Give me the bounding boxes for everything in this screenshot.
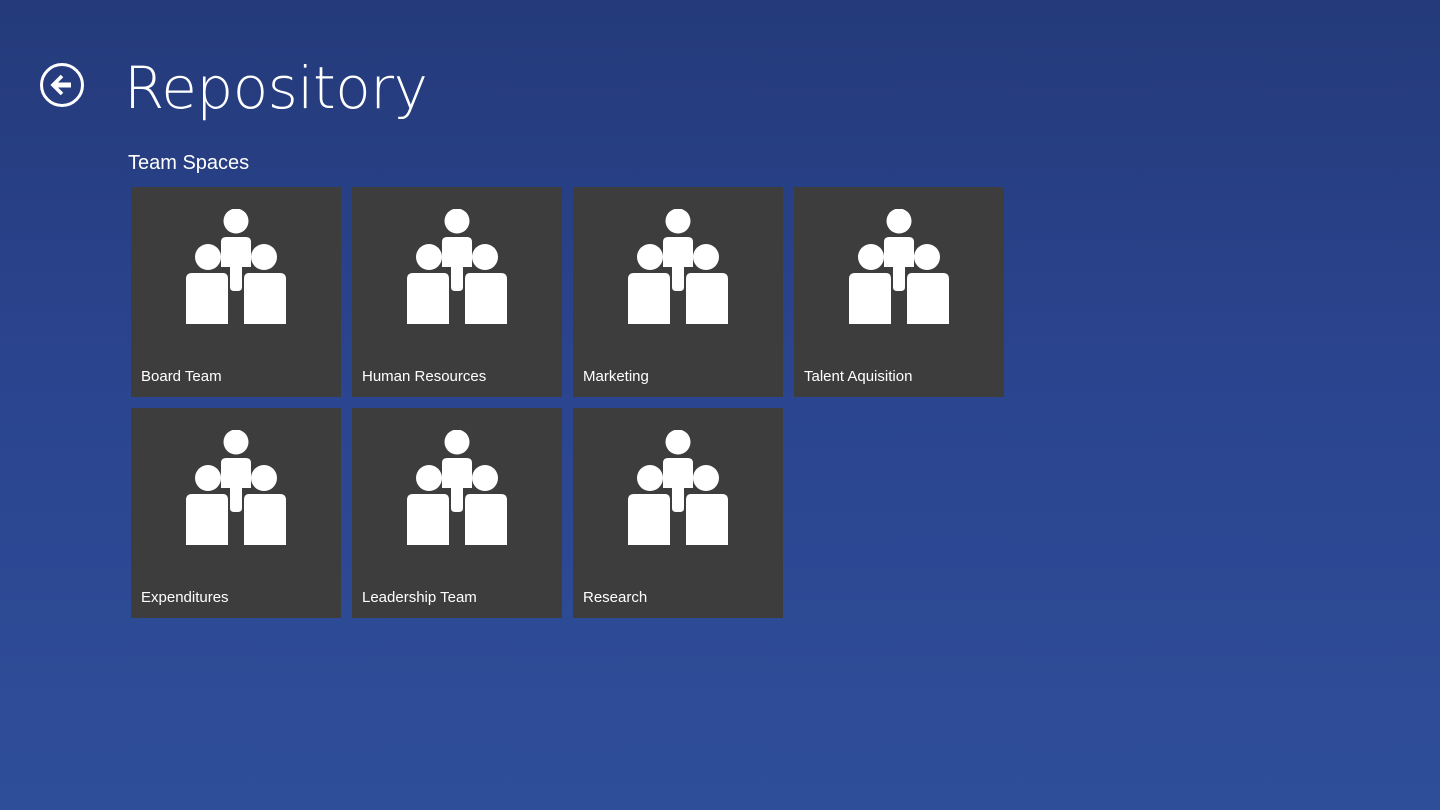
tile-marketing[interactable]: Marketing	[573, 187, 783, 397]
page-title: Repository	[124, 54, 428, 122]
team-icon	[407, 209, 507, 324]
team-spaces-grid: Board Team Human Resources Marketing Tal…	[131, 187, 1011, 618]
team-icon	[628, 430, 728, 545]
tile-label: Human Resources	[362, 368, 487, 385]
back-arrow-icon	[50, 74, 71, 96]
tile-label: Expenditures	[141, 589, 229, 606]
back-button[interactable]	[40, 63, 84, 107]
tile-label: Leadership Team	[362, 589, 477, 606]
team-icon	[628, 209, 728, 324]
tile-talent-aquisition[interactable]: Talent Aquisition	[794, 187, 1004, 397]
team-icon	[186, 209, 286, 324]
tile-board-team[interactable]: Board Team	[131, 187, 341, 397]
tile-label: Research	[583, 589, 648, 606]
team-icon	[849, 209, 949, 324]
tile-leadership-team[interactable]: Leadership Team	[352, 408, 562, 618]
tile-research[interactable]: Research	[573, 408, 783, 618]
tile-label: Marketing	[583, 368, 649, 385]
tile-expenditures[interactable]: Expenditures	[131, 408, 341, 618]
section-header-team-spaces: Team Spaces	[128, 152, 250, 174]
tile-human-resources[interactable]: Human Resources	[352, 187, 562, 397]
team-icon	[186, 430, 286, 545]
tile-label: Board Team	[141, 368, 222, 385]
team-icon	[407, 430, 507, 545]
tile-label: Talent Aquisition	[804, 368, 913, 385]
